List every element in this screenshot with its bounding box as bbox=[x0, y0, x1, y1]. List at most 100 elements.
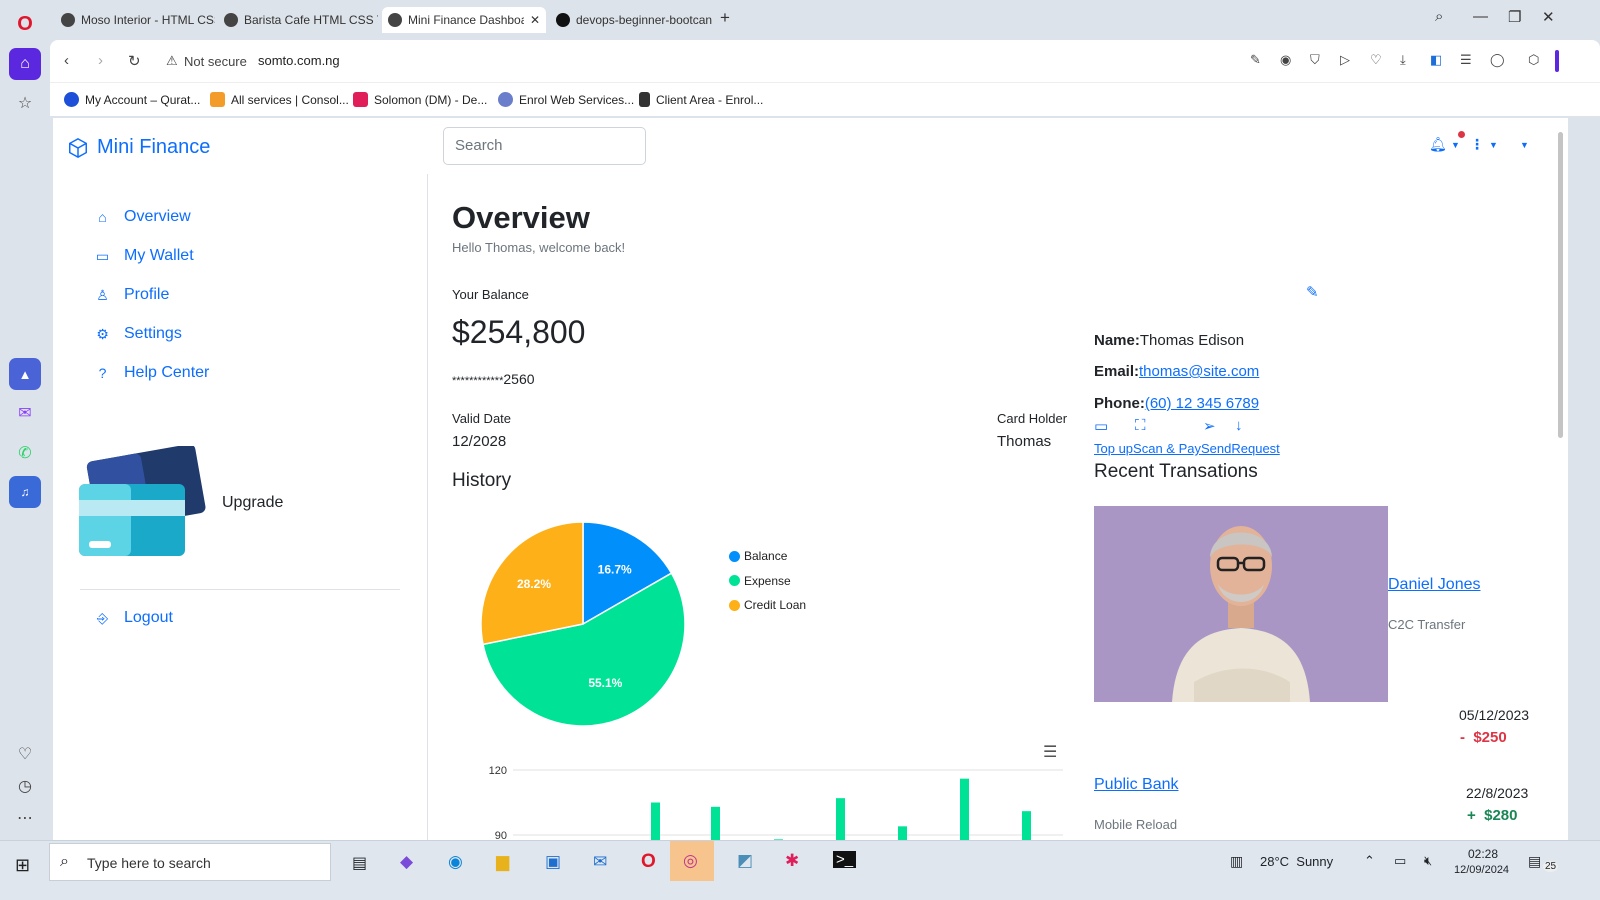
new-tab-icon[interactable]: + bbox=[720, 8, 730, 28]
caret-down-icon[interactable]: ▼ bbox=[1520, 140, 1529, 150]
menu-icon[interactable]: ☰ bbox=[1460, 52, 1472, 68]
minimize-icon[interactable]: — bbox=[1473, 8, 1488, 25]
home-icon[interactable]: ⌂ bbox=[9, 48, 41, 80]
profile-icon[interactable]: ◯ bbox=[1490, 52, 1505, 68]
heart-icon[interactable]: ♡ bbox=[1370, 52, 1382, 68]
legend-item[interactable]: Balance bbox=[729, 544, 806, 569]
send-icon[interactable]: ➢ bbox=[1203, 417, 1216, 435]
bookmark[interactable]: Solomon (DM) - De... bbox=[353, 92, 487, 107]
legend-item[interactable]: Credit Loan bbox=[729, 593, 806, 618]
chevron-up-icon[interactable]: ⌃ bbox=[1364, 853, 1375, 869]
weather-text[interactable]: 28°C Sunny bbox=[1260, 854, 1333, 869]
phone-link[interactable]: (60) 12 345 6789 bbox=[1145, 395, 1259, 412]
forward-icon[interactable]: › bbox=[98, 52, 103, 69]
history-icon[interactable]: ◷ bbox=[9, 770, 41, 802]
top-up-link[interactable]: Top up bbox=[1094, 441, 1133, 456]
star-icon[interactable]: ☆ bbox=[9, 87, 41, 119]
wallet-icon[interactable]: ▭ bbox=[1094, 417, 1108, 435]
clock-time[interactable]: 02:28 bbox=[1468, 847, 1498, 861]
url-input[interactable]: somto.com.ng bbox=[258, 53, 340, 68]
download-icon[interactable]: ⤓ bbox=[1400, 52, 1406, 68]
task-view-icon[interactable]: ▤ bbox=[352, 853, 367, 873]
shield-icon[interactable]: ⛉ bbox=[1310, 52, 1320, 68]
terminal-icon[interactable]: >_ bbox=[833, 851, 857, 868]
close-window-icon[interactable]: ✕ bbox=[1542, 8, 1555, 26]
security-label[interactable]: Not secure bbox=[184, 54, 247, 69]
reload-icon[interactable]: ↻ bbox=[128, 52, 141, 70]
slack-icon[interactable]: ✱ bbox=[785, 851, 799, 871]
mute-icon[interactable]: 🔇︎ bbox=[1424, 853, 1432, 869]
sidebar-item-settings[interactable]: ⚙ Settings bbox=[94, 325, 394, 343]
mail-icon[interactable]: ✉ bbox=[593, 852, 607, 872]
bookmark[interactable]: All services | Consol... bbox=[210, 92, 349, 107]
search-tabs-icon[interactable]: ⌕ bbox=[1435, 8, 1443, 25]
edge-icon[interactable]: ◉ bbox=[448, 852, 463, 872]
pie-chart[interactable]: 16.7% 55.1% 28.2% bbox=[473, 514, 693, 734]
upgrade-button[interactable]: Upgrade bbox=[222, 494, 283, 512]
sidebar-item-wallet[interactable]: ▭ My Wallet bbox=[94, 247, 394, 265]
store-icon[interactable]: ▣ bbox=[545, 852, 561, 872]
sidebar-item-profile[interactable]: ♙ Profile bbox=[94, 286, 394, 304]
transaction-name[interactable]: Daniel Jones bbox=[1388, 576, 1481, 594]
notification-count: 25 bbox=[1543, 861, 1559, 872]
messenger-icon[interactable]: ✉ bbox=[9, 397, 41, 429]
scan-icon[interactable]: ⛶ bbox=[1135, 417, 1146, 434]
legend-item[interactable]: Expense bbox=[729, 569, 806, 594]
whatsapp-icon[interactable]: ✆ bbox=[9, 437, 41, 469]
arrow-down-icon[interactable]: ↓ bbox=[1235, 417, 1243, 434]
music-icon[interactable]: ♫ bbox=[9, 476, 41, 508]
camera-icon[interactable]: ◉ bbox=[1280, 52, 1291, 68]
bookmark[interactable]: Client Area - Enrol... bbox=[639, 92, 763, 107]
box-icon[interactable]: ⬡ bbox=[1528, 52, 1539, 68]
instagram-icon[interactable]: ◎ bbox=[683, 851, 698, 871]
toggle-icon[interactable]: ◧ bbox=[1430, 52, 1442, 68]
copilot-icon[interactable]: ◆ bbox=[400, 852, 413, 872]
logout-button[interactable]: ⎆ Logout bbox=[94, 609, 394, 627]
opera-logo-icon[interactable]: O bbox=[9, 8, 41, 40]
question-icon: ? bbox=[98, 365, 107, 381]
email-link[interactable]: thomas@site.com bbox=[1139, 363, 1259, 380]
more-icon[interactable]: ⋯ bbox=[9, 802, 41, 834]
app-icon[interactable]: ◩ bbox=[737, 851, 753, 871]
scan-pay-link[interactable]: Scan & Pay bbox=[1133, 441, 1201, 456]
scrollbar[interactable] bbox=[1553, 118, 1568, 860]
pie-data-label: 55.1% bbox=[588, 676, 622, 690]
request-link[interactable]: Request bbox=[1231, 441, 1279, 456]
bookmark[interactable]: Enrol Web Services... bbox=[498, 92, 634, 107]
sidebar-toggle[interactable] bbox=[1555, 50, 1559, 72]
restore-icon[interactable]: ❐ bbox=[1508, 8, 1521, 26]
bookmark[interactable]: My Account – Qurat... bbox=[64, 92, 200, 107]
caret-down-icon[interactable]: ▼ bbox=[1451, 140, 1460, 150]
aria-icon[interactable]: ▲ bbox=[9, 358, 41, 390]
heart-icon[interactable]: ♡ bbox=[9, 738, 41, 770]
battery-icon[interactable]: ▭ bbox=[1394, 853, 1406, 869]
edit-profile-icon[interactable]: ✎ bbox=[1306, 283, 1319, 301]
kebab-icon[interactable]: ⋮ bbox=[1470, 136, 1484, 153]
close-tab-icon[interactable]: ✕ bbox=[530, 13, 540, 27]
scrollbar-thumb[interactable] bbox=[1558, 132, 1563, 438]
play-icon[interactable]: ▷ bbox=[1340, 52, 1350, 68]
sidebar-item-overview[interactable]: ⌂ Overview bbox=[94, 208, 394, 226]
tab-active[interactable]: Mini Finance Dashboa ✕ bbox=[382, 7, 546, 33]
notification-icon[interactable]: ▤ bbox=[1528, 853, 1541, 870]
tab[interactable]: devops-beginner-bootcan bbox=[550, 7, 718, 33]
tab[interactable]: Barista Cafe HTML CSS Te bbox=[218, 7, 378, 33]
brand[interactable]: Mini Finance bbox=[67, 136, 210, 159]
edit-icon[interactable]: ✎ bbox=[1250, 52, 1261, 68]
logout-icon: ⎆ bbox=[96, 609, 109, 626]
search-input[interactable]: Search bbox=[443, 127, 646, 165]
sidebar-item-help[interactable]: ? Help Center bbox=[94, 364, 394, 382]
opera-icon[interactable]: O bbox=[641, 851, 656, 873]
send-link[interactable]: Send bbox=[1201, 441, 1231, 456]
folder-icon[interactable]: ▆ bbox=[496, 852, 509, 872]
windows-icon[interactable]: ⊞ bbox=[15, 855, 30, 876]
tab[interactable]: Moso Interior - HTML CSS bbox=[55, 7, 215, 33]
caret-down-icon[interactable]: ▼ bbox=[1489, 140, 1498, 150]
transaction-name[interactable]: Public Bank bbox=[1094, 776, 1179, 794]
bell-icon[interactable]: 🔔︎ bbox=[1429, 136, 1447, 153]
balance-label: Your Balance bbox=[452, 287, 529, 302]
back-icon[interactable]: ‹ bbox=[64, 52, 69, 69]
globe-icon bbox=[388, 13, 402, 27]
clock-date[interactable]: 12/09/2024 bbox=[1454, 864, 1509, 876]
taskbar-search[interactable]: ⌕ Type here to search bbox=[49, 843, 331, 881]
